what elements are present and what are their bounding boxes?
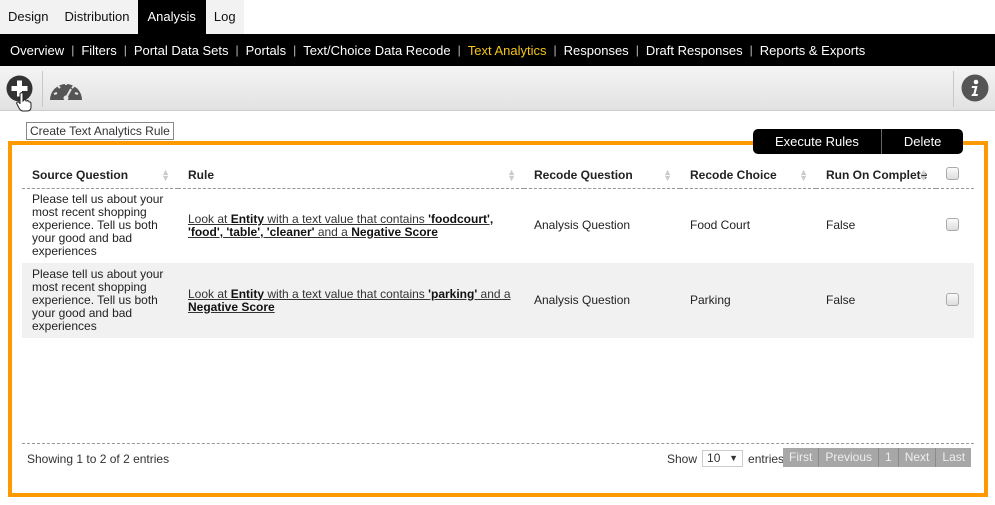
table-footer-divider [22, 443, 974, 444]
divider: | [457, 43, 461, 57]
source-question-cell: Please tell us about your most recent sh… [32, 267, 164, 333]
page-size-control: Show 10 ▼ entries [667, 450, 784, 467]
recode-choice-cell: Parking [690, 293, 731, 307]
subnav-responses[interactable]: Responses [564, 43, 629, 58]
divider: | [635, 43, 639, 57]
select-all-header [936, 163, 974, 189]
toolbar-divider [42, 71, 43, 107]
row-checkbox[interactable] [946, 292, 959, 306]
column-header-rule[interactable]: Rule ▲ ▼ [178, 163, 524, 189]
divider: | [749, 43, 753, 57]
column-header-source-question[interactable]: Source Question ▲ ▼ [22, 163, 178, 189]
rule-cell: Look at Entity with a text value that co… [178, 263, 524, 338]
sort-icon: ▲ ▼ [507, 167, 516, 183]
column-header-recode-choice[interactable]: Recode Choice ▲ ▼ [680, 163, 816, 189]
pagination: First Previous 1 Next Last [783, 448, 972, 467]
table-row: Please tell us about your most recent sh… [22, 188, 974, 263]
action-buttons: Execute Rules Delete [753, 129, 964, 154]
row-select-cell [936, 188, 974, 263]
sort-icon: ▲ ▼ [919, 167, 928, 183]
column-header-run-on-complete[interactable]: Run On Complete ▲ ▼ [816, 163, 936, 189]
rule-cell: Look at Entity with a text value that co… [178, 188, 524, 263]
divider: | [235, 43, 239, 57]
divider: | [293, 43, 297, 57]
subnav-overview[interactable]: Overview [10, 43, 64, 58]
speedometer-icon[interactable] [49, 77, 83, 104]
subnav-filters[interactable]: Filters [81, 43, 116, 58]
subnav-portals[interactable]: Portals [246, 43, 286, 58]
tooltip: Create Text Analytics Rule [26, 122, 174, 140]
subnav-text-choice-data-recode[interactable]: Text/Choice Data Recode [303, 43, 450, 58]
subnav-text-analytics[interactable]: Text Analytics [468, 43, 547, 58]
rule-link[interactable]: Look at Entity with a text value that co… [188, 287, 511, 314]
tab-distribution[interactable]: Distribution [56, 0, 138, 34]
pager-page-1[interactable]: 1 [879, 448, 899, 467]
sort-icon: ▲ ▼ [161, 167, 170, 183]
info-icon[interactable] [961, 74, 989, 105]
execute-rules-button[interactable]: Execute Rules [753, 129, 881, 154]
toolbar-divider [953, 71, 954, 107]
subnav-portal-data-sets[interactable]: Portal Data Sets [134, 43, 229, 58]
run-on-complete-cell: False [826, 293, 856, 307]
tab-log[interactable]: Log [205, 0, 244, 34]
run-on-complete-cell: False [826, 218, 856, 233]
tab-design[interactable]: Design [0, 0, 57, 34]
top-tabs: Design Distribution Analysis Log [0, 0, 244, 34]
sort-icon: ▲ ▼ [799, 167, 808, 183]
recode-choice-cell: Food Court [690, 218, 751, 233]
subnav-reports-exports[interactable]: Reports & Exports [760, 43, 866, 58]
hand-cursor-icon [16, 92, 32, 115]
rules-table: Source Question ▲ ▼ Rule ▲ ▼ Recode Question… [22, 163, 974, 338]
rule-link[interactable]: Look at Entity with a text value that co… [188, 212, 493, 239]
divider: | [71, 43, 75, 57]
table-row: Please tell us about your most recent sh… [22, 263, 974, 338]
divider: | [553, 43, 557, 57]
pager-previous[interactable]: Previous [819, 448, 880, 467]
entries-info: Showing 1 to 2 of 2 entries [27, 452, 170, 466]
delete-button[interactable]: Delete [880, 129, 964, 154]
entries-label: entries [748, 451, 785, 466]
source-question-cell: Please tell us about your most recent sh… [32, 192, 164, 259]
page-size-select[interactable]: 10 ▼ [702, 450, 744, 467]
sort-icon: ▲ ▼ [663, 167, 672, 183]
row-select-cell [936, 263, 974, 338]
divider: | [123, 43, 127, 57]
recode-question-cell: Analysis Question [534, 218, 631, 233]
pager-next[interactable]: Next [898, 448, 937, 467]
sub-navigation: Overview | Filters | Portal Data Sets | Por… [0, 34, 995, 66]
pager-last[interactable]: Last [936, 448, 972, 467]
pager-first[interactable]: First [783, 448, 820, 467]
show-label: Show [667, 451, 698, 466]
row-checkbox[interactable] [946, 217, 959, 231]
subnav-draft-responses[interactable]: Draft Responses [646, 43, 743, 58]
dropdown-arrow-icon: ▼ [729, 453, 739, 463]
recode-question-cell: Analysis Question [534, 293, 631, 307]
toolbar [0, 66, 995, 112]
select-all-checkbox[interactable] [946, 167, 959, 181]
column-header-recode-question[interactable]: Recode Question ▲ ▼ [524, 163, 680, 189]
tab-analysis[interactable]: Analysis [137, 0, 206, 34]
